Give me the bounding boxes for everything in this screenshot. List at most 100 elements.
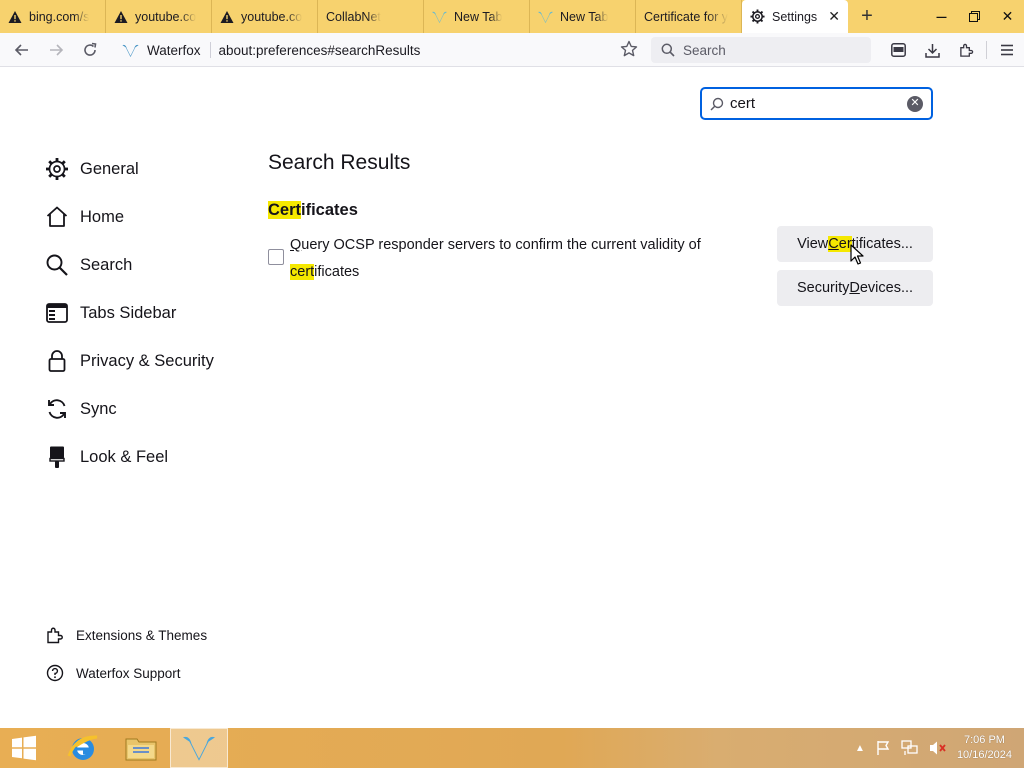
taskbar-internet-explorer[interactable] xyxy=(54,728,112,768)
accesskey: D xyxy=(849,280,860,296)
footer-label: Extensions & Themes xyxy=(76,627,208,643)
security-devices-button[interactable]: Security Devices... xyxy=(777,270,933,306)
action-center-flag-icon[interactable] xyxy=(875,740,891,756)
puzzle-icon xyxy=(959,43,973,57)
clock-date: 10/16/2024 xyxy=(956,749,1012,761)
taskbar-waterfox[interactable] xyxy=(170,728,228,768)
search-icon xyxy=(44,252,70,278)
tab-title: youtube.co xyxy=(135,9,197,24)
close-window-button[interactable]: ✕ xyxy=(991,0,1024,33)
search-highlight: Cert xyxy=(268,201,302,219)
waterfox-icon xyxy=(183,736,215,761)
home-icon xyxy=(44,204,70,230)
certificates-row: Query OCSP responder servers to confirm … xyxy=(268,226,933,322)
forward-button[interactable] xyxy=(39,35,73,65)
taskbar-file-explorer[interactable] xyxy=(112,728,170,768)
help-icon xyxy=(46,664,64,682)
search-placeholder: Search xyxy=(683,42,726,58)
label-text: uery OCSP responder servers to confirm t… xyxy=(301,237,701,253)
nav-label: Privacy & Security xyxy=(80,351,214,370)
tab-title: bing.com/s xyxy=(29,9,90,24)
tab-title: New Tab xyxy=(560,9,609,24)
search-icon xyxy=(661,43,675,57)
close-tab-icon[interactable]: ✕ xyxy=(828,8,840,25)
downloads-button[interactable] xyxy=(915,35,949,65)
extensions-themes-link[interactable]: Extensions & Themes xyxy=(46,626,246,644)
btn-text: evices... xyxy=(859,280,914,296)
identity-label: Waterfox xyxy=(147,42,201,58)
nav-label: Look & Feel xyxy=(80,447,169,466)
download-icon xyxy=(924,43,940,58)
tab-bing[interactable]: bing.com/s xyxy=(0,0,106,33)
nav-item-search[interactable]: Search xyxy=(44,241,244,289)
mouse-cursor-icon xyxy=(850,244,864,265)
support-link[interactable]: Waterfox Support xyxy=(46,664,246,682)
gear-icon xyxy=(750,9,765,24)
nav-label: Home xyxy=(80,207,125,226)
waterfox-icon xyxy=(432,11,447,23)
menu-button[interactable] xyxy=(990,35,1024,65)
new-tab-button[interactable]: + xyxy=(848,0,886,33)
back-button[interactable] xyxy=(5,35,39,65)
windows-taskbar: ▲ 7:06 PM 10/16/2024 xyxy=(0,728,1024,768)
url-separator xyxy=(209,42,211,58)
clock-time: 7:06 PM xyxy=(963,734,1005,746)
tab-title: Certificate for y xyxy=(644,9,729,24)
warning-icon xyxy=(114,10,128,23)
nav-item-general[interactable]: General xyxy=(44,145,244,193)
url-text[interactable]: about:preferences#searchResults xyxy=(219,43,421,58)
nav-item-sync[interactable]: Sync xyxy=(44,385,244,433)
section-heading-certificates: Certificates xyxy=(268,201,933,220)
search-icon xyxy=(710,97,724,111)
nav-toolbar: Waterfox about:preferences#searchResults… xyxy=(0,33,1024,67)
tab-certificate[interactable]: Certificate for y xyxy=(636,0,742,33)
tab-strip: bing.com/s youtube.co youtube.co CollabN… xyxy=(0,0,1024,33)
search-highlight: cert xyxy=(290,264,315,280)
btn-text: View xyxy=(797,236,829,252)
waterfox-icon xyxy=(122,44,139,57)
system-tray: ▲ 7:06 PM 10/16/2024 xyxy=(855,728,1012,768)
show-hidden-icons-icon[interactable]: ▲ xyxy=(855,743,865,754)
footer-label: Waterfox Support xyxy=(76,665,181,681)
find-value: cert xyxy=(730,95,756,112)
url-bar[interactable]: Waterfox about:preferences#searchResults xyxy=(112,36,646,64)
sidebar-icon xyxy=(44,300,70,326)
minimize-button[interactable]: – xyxy=(925,0,958,33)
nav-label: General xyxy=(80,159,139,178)
search-bar[interactable]: Search xyxy=(651,37,871,63)
tab-settings[interactable]: Settings ✕ xyxy=(742,0,848,33)
lock-icon xyxy=(44,348,70,374)
tab-youtube-1[interactable]: youtube.co xyxy=(106,0,212,33)
clock[interactable]: 7:06 PM 10/16/2024 xyxy=(957,733,1012,763)
nav-item-privacy-security[interactable]: Privacy & Security xyxy=(44,337,244,385)
label-text: ificates xyxy=(314,264,360,280)
network-icon[interactable] xyxy=(901,740,919,756)
bookmark-star-icon[interactable] xyxy=(620,40,638,61)
start-button[interactable] xyxy=(0,728,48,768)
heading-rest: ificates xyxy=(301,201,358,219)
nav-item-tabs-sidebar[interactable]: Tabs Sidebar xyxy=(44,289,244,337)
reload-button[interactable] xyxy=(73,35,107,65)
forward-arrow-icon xyxy=(50,43,64,56)
ocsp-checkbox[interactable] xyxy=(268,249,284,265)
restore-button[interactable] xyxy=(958,0,991,33)
accesskey: C xyxy=(828,236,839,252)
ocsp-checkbox-label[interactable]: Query OCSP responder servers to confirm … xyxy=(290,232,730,286)
find-in-settings-input[interactable]: cert ✕ xyxy=(700,87,933,120)
sync-icon xyxy=(44,396,70,422)
search-results-pane: Search Results Certificates Query OCSP r… xyxy=(268,151,933,322)
nav-item-look-feel[interactable]: Look & Feel xyxy=(44,433,244,481)
tab-new-2[interactable]: New Tab xyxy=(530,0,636,33)
tab-youtube-2[interactable]: youtube.co xyxy=(212,0,318,33)
extensions-button[interactable] xyxy=(949,35,983,65)
nav-label: Search xyxy=(80,255,133,274)
tab-collabnet[interactable]: CollabNet xyxy=(318,0,424,33)
nav-item-home[interactable]: Home xyxy=(44,193,244,241)
reader-button[interactable] xyxy=(881,35,915,65)
hamburger-menu-icon xyxy=(1001,44,1013,56)
volume-muted-icon[interactable] xyxy=(929,740,947,756)
tab-new-1[interactable]: New Tab xyxy=(424,0,530,33)
clear-search-icon[interactable]: ✕ xyxy=(907,95,923,112)
tab-title: New Tab xyxy=(454,9,503,24)
window-controls: – ✕ xyxy=(925,0,1024,33)
